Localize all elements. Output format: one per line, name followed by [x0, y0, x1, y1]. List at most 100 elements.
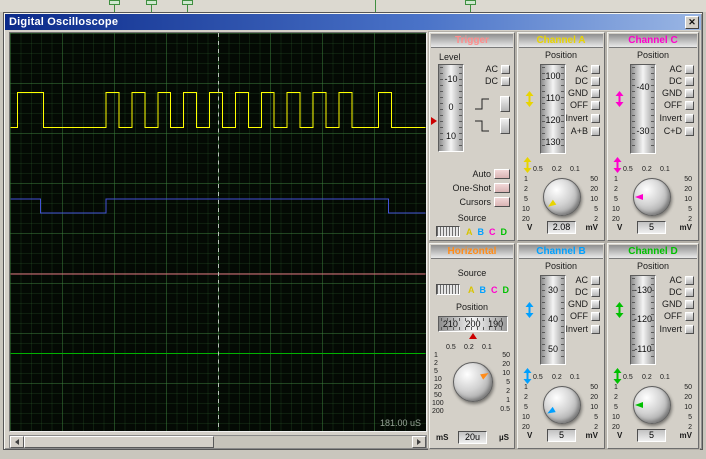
one-shot-button[interactable] — [494, 183, 510, 193]
source-a[interactable]: A — [468, 285, 475, 295]
knob-scale-label: 0.1 — [660, 374, 670, 381]
ac-button[interactable] — [685, 275, 694, 285]
knob-scale-label: 10 — [590, 404, 598, 411]
level-value: 0 — [448, 102, 454, 113]
ac-label: AC — [669, 64, 682, 74]
timebase-knob[interactable] — [453, 362, 493, 402]
horizontal-scrollbar[interactable] — [9, 435, 427, 449]
knob-scale-label: 0.2 — [552, 166, 562, 173]
dc-button[interactable] — [591, 76, 600, 86]
source-d[interactable]: D — [501, 227, 508, 237]
knob-scale-label: 0.2 — [464, 344, 474, 351]
knob-scale-label: 10 — [684, 404, 692, 411]
invert-button[interactable] — [591, 113, 600, 123]
position-value: 200 — [465, 318, 481, 329]
position-arrow-icon[interactable] — [615, 91, 624, 107]
trigger-level-slider[interactable]: -10 0 10 — [438, 64, 464, 152]
knob-pointer — [634, 387, 670, 423]
trigger-panel: Trigger Level -10 0 10 AC DC Auto One-Sh… — [429, 32, 515, 241]
falling-edge-button[interactable] — [500, 118, 510, 134]
scroll-right-button[interactable] — [412, 436, 426, 448]
unit-label: mV — [585, 431, 598, 440]
rising-edge-icon — [475, 98, 489, 110]
source-a[interactable]: A — [466, 227, 473, 237]
off-button[interactable] — [591, 311, 600, 321]
knob-scale-label: 0.1 — [570, 374, 580, 381]
gnd-button[interactable] — [685, 299, 694, 309]
auto-button[interactable] — [494, 169, 510, 179]
trigger-dc-button[interactable] — [501, 76, 510, 86]
channel-header: Channel C — [609, 34, 697, 48]
close-button[interactable]: ✕ — [685, 15, 699, 29]
gnd-button[interactable] — [591, 299, 600, 309]
level-value: -10 — [444, 73, 458, 84]
sum-button[interactable] — [685, 126, 694, 136]
dc-button[interactable] — [591, 287, 600, 297]
source-b[interactable]: B — [480, 285, 487, 295]
schematic-fragment — [375, 0, 376, 12]
title-bar[interactable]: Digital Oscilloscope ✕ — [5, 14, 701, 30]
knob-scale-label: 0.5 — [533, 374, 543, 381]
position-arrow-icon[interactable] — [525, 302, 534, 318]
gnd-button[interactable] — [591, 88, 600, 98]
source-c[interactable]: C — [489, 227, 496, 237]
dc-button[interactable] — [685, 76, 694, 86]
sum-button[interactable] — [591, 126, 600, 136]
rising-edge-button[interactable] — [500, 96, 510, 112]
source-b[interactable]: B — [478, 227, 485, 237]
ac-button[interactable] — [685, 64, 694, 74]
horizontal-panel: Horizontal Source A B C D Position 210 2… — [429, 243, 515, 449]
dc-button[interactable] — [685, 287, 694, 297]
horizontal-source-slider[interactable] — [436, 284, 460, 295]
knob-scale-label: 2 — [506, 388, 510, 395]
trigger-ac-button[interactable] — [501, 64, 510, 74]
gnd-button[interactable] — [685, 88, 694, 98]
invert-button[interactable] — [685, 113, 694, 123]
source-c[interactable]: C — [491, 285, 498, 295]
gnd-row: GND — [568, 88, 600, 98]
gain-knob[interactable] — [633, 178, 671, 216]
ac-button[interactable] — [591, 275, 600, 285]
scrollbar-track[interactable] — [214, 436, 412, 448]
trigger-source-slider[interactable] — [436, 226, 460, 237]
invert-button[interactable] — [685, 324, 694, 334]
gain-knob[interactable] — [633, 386, 671, 424]
dc-row: DC — [575, 76, 600, 86]
off-row: OFF — [664, 311, 694, 321]
position-strip[interactable]: 30 40 50 — [540, 275, 566, 365]
position-value: 50 — [547, 343, 558, 354]
knob-pointer-icon — [635, 194, 643, 200]
position-value: 130 — [545, 136, 561, 147]
gain-knob[interactable] — [543, 386, 581, 424]
off-button[interactable] — [685, 100, 694, 110]
oscilloscope-window: Digital Oscilloscope ✕ 181.00 uS Trigger… — [3, 12, 703, 450]
scrollbar-thumb[interactable] — [24, 436, 214, 448]
ac-row: AC — [575, 64, 600, 74]
knob-scale-label: 0.2 — [642, 166, 652, 173]
position-strip[interactable]: -40 -30 — [630, 64, 656, 154]
unit-label: mV — [679, 431, 692, 440]
ac-button[interactable] — [591, 64, 600, 74]
position-arrow-icon[interactable] — [525, 91, 534, 107]
off-button[interactable] — [591, 100, 600, 110]
knob-scale-label: 1 — [524, 176, 528, 183]
dc-label: DC — [575, 76, 588, 86]
level-value: 10 — [445, 131, 456, 142]
source-d[interactable]: D — [503, 285, 510, 295]
schematic-background — [0, 0, 706, 12]
gain-knob[interactable] — [543, 178, 581, 216]
position-strip[interactable]: 100 110 120 130 — [540, 64, 566, 154]
knob-scale-label: 0.1 — [660, 166, 670, 173]
position-arrow-icon[interactable] — [615, 302, 624, 318]
off-button[interactable] — [685, 311, 694, 321]
horizontal-position-label: Position — [455, 302, 489, 312]
invert-button[interactable] — [591, 324, 600, 334]
unit-label: mV — [585, 223, 598, 232]
gain-value: 5 — [547, 429, 576, 442]
one-shot-label: One-Shot — [452, 183, 491, 193]
position-strip[interactable]: -130 -120 -110 — [630, 275, 656, 365]
scroll-left-button[interactable] — [10, 436, 24, 448]
cursors-button[interactable] — [494, 197, 510, 207]
horizontal-position-strip[interactable]: 210 200 190 — [438, 316, 508, 332]
invert-label: Invert — [659, 324, 682, 334]
